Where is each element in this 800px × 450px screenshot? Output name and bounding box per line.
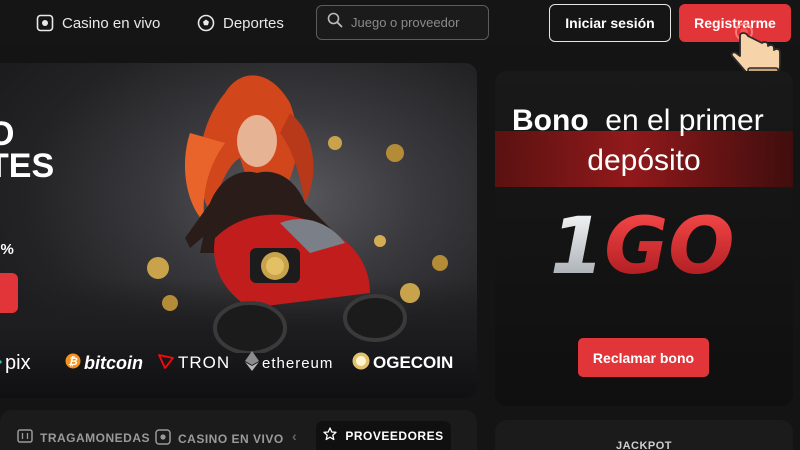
bonus-title-line-1: Bono en el primer	[512, 104, 764, 138]
slot-machine-icon	[17, 429, 33, 446]
payment-tron: TRON	[157, 348, 230, 378]
payment-bitcoin: ₿ bitcoin	[65, 348, 143, 378]
nav-live-casino[interactable]: Casino en vivo	[36, 12, 160, 34]
dogecoin-icon	[352, 352, 370, 375]
tab-slots[interactable]: TRAGAMONEDAS	[17, 429, 150, 446]
search-input[interactable]	[351, 15, 481, 30]
tab-live-casino[interactable]: CASINO EN VIVO	[155, 429, 284, 448]
page: Casino en vivo Deportes Iniciar sesión R…	[0, 0, 800, 450]
payment-ethereum: ethereum	[245, 348, 333, 378]
hero-illustration	[147, 75, 448, 353]
search-box[interactable]	[316, 5, 489, 40]
hero-banner[interactable]: O TES 0 %	[0, 63, 477, 398]
bonus-1go-logo: 1GO	[550, 203, 735, 283]
payment-label: pix	[5, 351, 31, 374]
chevron-left-icon[interactable]: ‹	[292, 428, 297, 444]
payment-pix: pix	[0, 348, 31, 378]
star-icon	[323, 427, 338, 444]
hero-text-line-2: TES	[0, 147, 55, 185]
tron-icon	[157, 352, 175, 375]
bonus-title-bold: Bono	[512, 104, 589, 137]
jackpot-card: JACKPOT	[495, 420, 793, 450]
payment-dogecoin: OGECOIN	[352, 348, 453, 378]
bonus-title-rest: en el primer	[588, 104, 764, 137]
tab-slots-label: TRAGAMONEDAS	[40, 430, 150, 445]
bonus-title-line-2: depósito	[587, 144, 701, 177]
nav-sports-label: Deportes	[223, 14, 284, 32]
tab-providers[interactable]: PROVEEDORES	[316, 421, 451, 450]
ethereum-icon	[245, 351, 259, 375]
payment-label: OGECOIN	[373, 353, 454, 372]
tv-icon	[155, 429, 171, 448]
soccer-ball-icon	[197, 14, 215, 32]
payment-methods: pix ₿ bitcoin TRON ethereum OGECOIN	[0, 348, 460, 378]
claim-bonus-button[interactable]: Reclamar bono	[578, 338, 709, 377]
payment-label: ethereum	[262, 354, 334, 372]
bonus-logo-text: 1GO	[550, 203, 735, 283]
pix-icon	[0, 352, 3, 375]
nav-sports[interactable]: Deportes	[197, 12, 284, 34]
login-button[interactable]: Iniciar sesión	[549, 4, 671, 42]
bitcoin-icon: ₿	[65, 353, 81, 374]
payment-label: bitcoin	[84, 352, 143, 373]
tab-live-casino-label: CASINO EN VIVO	[178, 431, 284, 446]
top-navbar: Casino en vivo Deportes Iniciar sesión R…	[0, 0, 800, 79]
hero-text-line-3: 0 %	[0, 241, 14, 258]
svg-text:₿: ₿	[68, 355, 78, 368]
hero-cta-button[interactable]	[0, 273, 18, 313]
search-icon	[327, 12, 343, 33]
tab-providers-label: PROVEEDORES	[345, 428, 444, 443]
bonus-card: Bono en el primer depósito 1GO Reclamar …	[495, 71, 793, 406]
nav-live-casino-label: Casino en vivo	[62, 14, 161, 32]
jackpot-label: JACKPOT	[615, 440, 673, 450]
payment-label: TRON	[178, 353, 231, 372]
tv-icon	[36, 14, 54, 32]
